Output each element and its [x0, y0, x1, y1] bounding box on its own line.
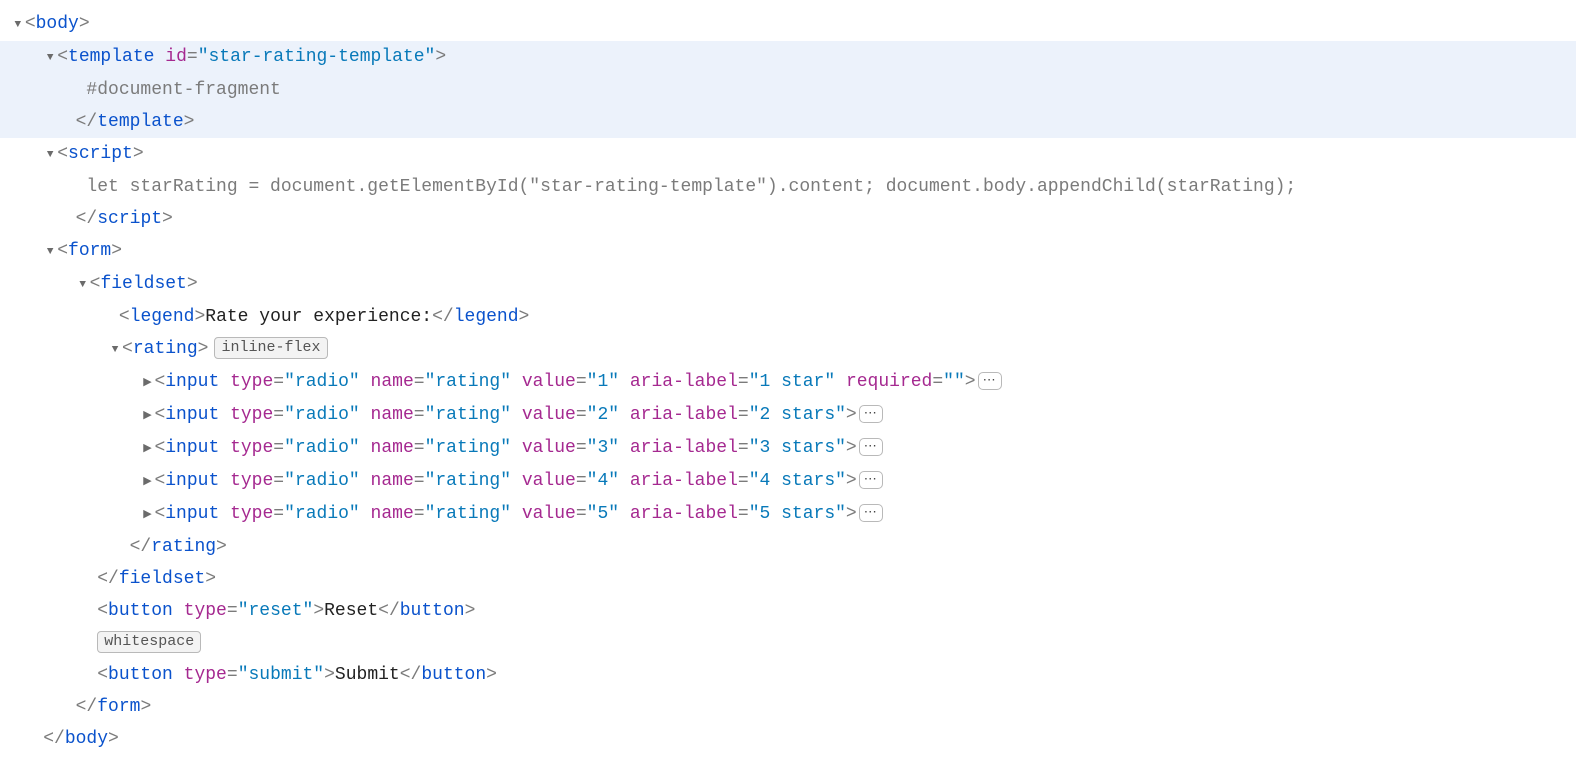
- node-script-open[interactable]: <script>: [0, 138, 1576, 171]
- node-body-open[interactable]: <body>: [0, 8, 1576, 41]
- node-button-reset[interactable]: <button type="reset">Reset</button>: [0, 595, 1576, 627]
- whitespace-badge: whitespace: [97, 631, 201, 653]
- node-form-open[interactable]: <form>: [0, 235, 1576, 268]
- node-form-close[interactable]: </form>: [0, 691, 1576, 723]
- node-input-3[interactable]: <input type="radio" name="rating" value=…: [0, 432, 1576, 465]
- disclosure-triangle-icon[interactable]: [43, 236, 57, 268]
- node-input-5[interactable]: <input type="radio" name="rating" value=…: [0, 498, 1576, 531]
- disclosure-triangle-icon[interactable]: [43, 139, 57, 171]
- node-input-1[interactable]: <input type="radio" name="rating" value=…: [0, 366, 1576, 399]
- disclosure-triangle-icon[interactable]: [140, 367, 154, 399]
- ellipsis-icon[interactable]: [978, 372, 1002, 390]
- node-body-close[interactable]: </body>: [0, 723, 1576, 755]
- inputs-list: <input type="radio" name="rating" value=…: [0, 366, 1576, 531]
- node-whitespace[interactable]: whitespace: [0, 627, 1576, 659]
- node-fieldset-close[interactable]: </fieldset>: [0, 563, 1576, 595]
- disclosure-triangle-icon[interactable]: [108, 334, 122, 366]
- node-document-fragment[interactable]: #document-fragment: [0, 74, 1576, 106]
- node-rating-open[interactable]: <rating>inline-flex: [0, 333, 1576, 366]
- ellipsis-icon[interactable]: [859, 438, 883, 456]
- node-input-4[interactable]: <input type="radio" name="rating" value=…: [0, 465, 1576, 498]
- ellipsis-icon[interactable]: [859, 471, 883, 489]
- ellipsis-icon[interactable]: [859, 504, 883, 522]
- disclosure-triangle-icon[interactable]: [140, 400, 154, 432]
- ellipsis-icon[interactable]: [859, 405, 883, 423]
- disclosure-triangle-icon[interactable]: [76, 269, 90, 301]
- dom-tree: <body> <template id="star-rating-templat…: [0, 0, 1576, 763]
- node-script-text[interactable]: let starRating = document.getElementById…: [0, 171, 1576, 203]
- node-fieldset-open[interactable]: <fieldset>: [0, 268, 1576, 301]
- node-button-submit[interactable]: <button type="submit">Submit</button>: [0, 659, 1576, 691]
- disclosure-triangle-icon[interactable]: [140, 499, 154, 531]
- node-legend[interactable]: <legend>Rate your experience:</legend>: [0, 301, 1576, 333]
- disclosure-triangle-icon[interactable]: [140, 466, 154, 498]
- node-input-2[interactable]: <input type="radio" name="rating" value=…: [0, 399, 1576, 432]
- display-badge: inline-flex: [214, 337, 327, 359]
- disclosure-triangle-icon[interactable]: [140, 433, 154, 465]
- node-template-open[interactable]: <template id="star-rating-template">: [0, 41, 1576, 74]
- disclosure-triangle-icon[interactable]: [11, 9, 25, 41]
- disclosure-triangle-icon[interactable]: [43, 42, 57, 74]
- node-rating-close[interactable]: </rating>: [0, 531, 1576, 563]
- node-script-close[interactable]: </script>: [0, 203, 1576, 235]
- node-template-close[interactable]: </template>: [0, 106, 1576, 138]
